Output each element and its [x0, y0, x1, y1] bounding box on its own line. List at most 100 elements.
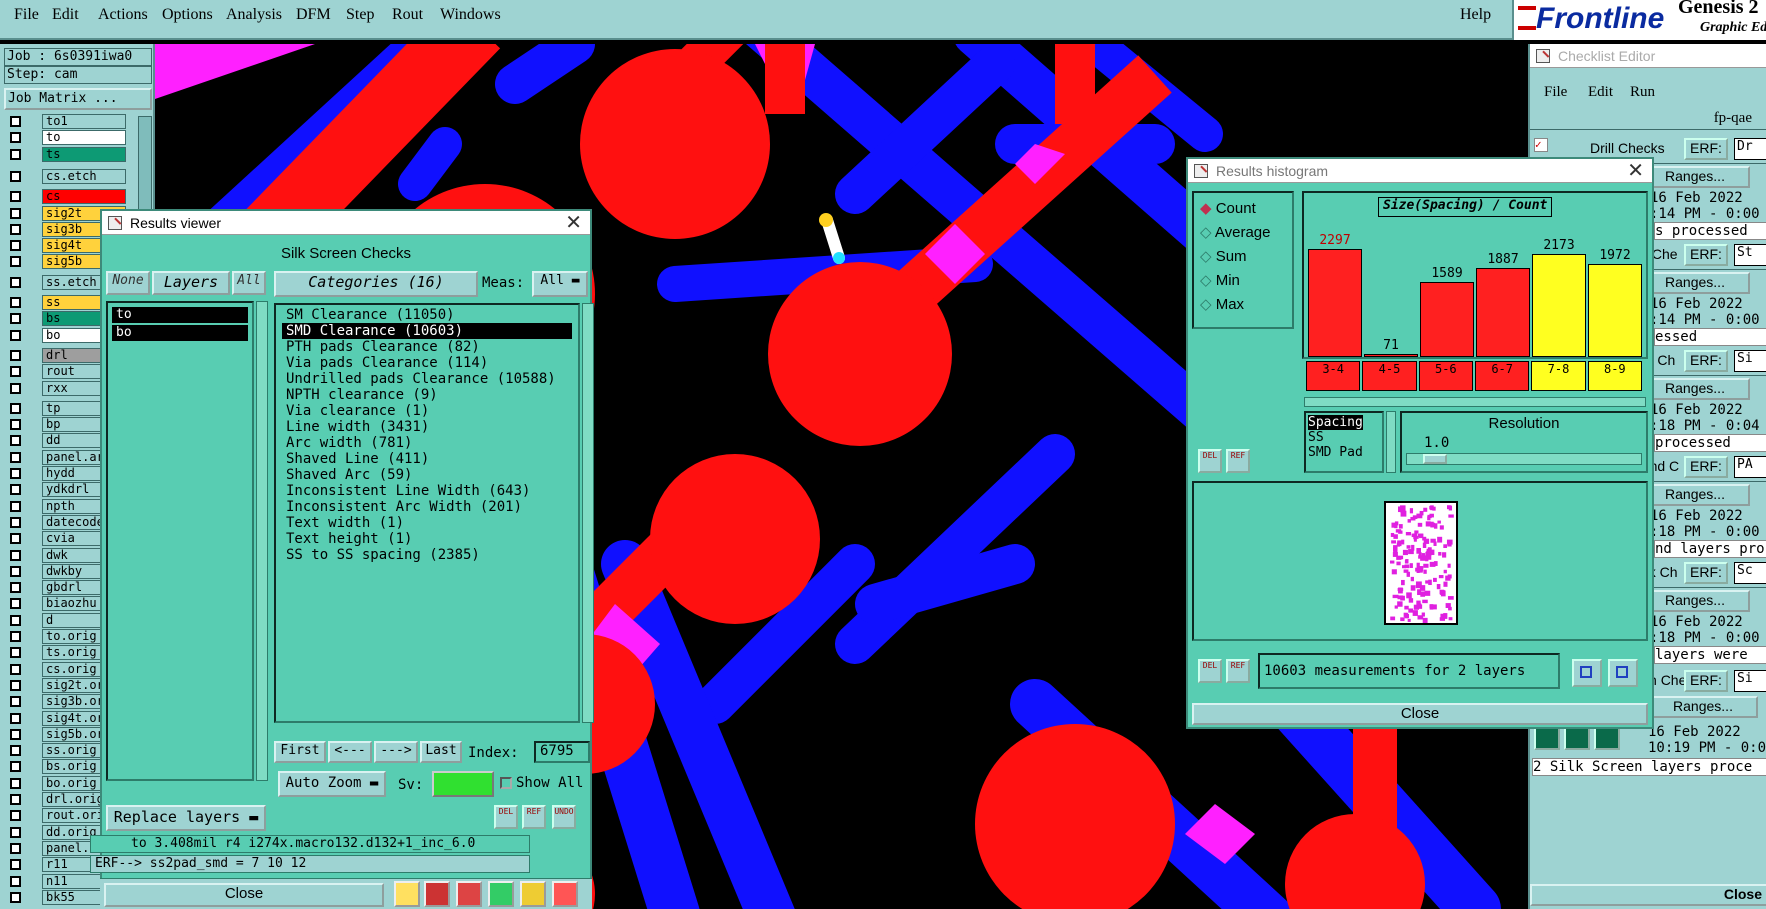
category-item[interactable]: Shaved Line (411) — [282, 451, 572, 467]
histogram-bar[interactable] — [1308, 248, 1362, 357]
mode-radio-average[interactable]: ◇ Average — [1200, 223, 1271, 241]
layer-checkbox[interactable] — [10, 297, 21, 308]
categories-list[interactable]: SM Clearance (11050) SMD Clearance (10603… — [274, 303, 580, 723]
histogram-bar[interactable] — [1420, 282, 1474, 357]
index-input[interactable]: 6795 — [534, 741, 590, 763]
erf-value[interactable]: Si — [1734, 350, 1766, 372]
layer-checkbox[interactable] — [10, 223, 21, 235]
category-item[interactable]: Via clearance (1) — [282, 403, 572, 419]
layer-checkbox[interactable] — [10, 500, 21, 512]
layer-checkbox[interactable] — [10, 533, 21, 545]
category-item[interactable]: Text height (1) — [282, 531, 572, 547]
erf-select[interactable]: ERF: — [1684, 456, 1728, 478]
resolution-slider-handle[interactable] — [1423, 454, 1447, 464]
category-item[interactable]: Undrilled pads Clearance (10588) — [282, 371, 572, 387]
erf-value[interactable]: Sc — [1734, 562, 1766, 584]
erf-select[interactable]: ERF: — [1684, 670, 1728, 692]
erf-select[interactable]: ERF: — [1684, 350, 1728, 372]
layer-row[interactable]: cs — [6, 189, 126, 205]
erf-value[interactable]: St — [1734, 244, 1766, 266]
menu-dfm[interactable]: DFM — [296, 6, 331, 24]
category-item[interactable]: Arc width (781) — [282, 435, 572, 451]
layer-checkbox[interactable] — [10, 712, 21, 724]
layer-checkbox[interactable] — [10, 132, 21, 144]
layer-checkbox[interactable] — [10, 313, 21, 325]
layer-checkbox[interactable] — [10, 842, 21, 854]
copy-icon[interactable] — [424, 881, 450, 907]
layer-row[interactable]: to1 — [6, 114, 126, 129]
checklist-menu-edit[interactable]: Edit — [1588, 84, 1613, 101]
layer-row[interactable]: ts — [6, 146, 126, 162]
zoom-selection-icon[interactable] — [1572, 659, 1602, 687]
check-icon[interactable]: ✓ — [1534, 138, 1548, 152]
layer-checkbox[interactable] — [10, 696, 21, 708]
layer-checkbox[interactable] — [10, 794, 21, 805]
layer-checkbox[interactable] — [10, 240, 21, 252]
histogram-bar[interactable] — [1532, 254, 1586, 357]
mode-radio-max[interactable]: ◇ Max — [1200, 295, 1244, 313]
show-all-checkbox[interactable] — [500, 777, 512, 789]
next-button[interactable]: ---> — [374, 741, 418, 763]
menu-options[interactable]: Options — [162, 6, 213, 24]
layer-checkbox[interactable] — [10, 663, 21, 675]
layer-result-list[interactable]: to bo — [106, 301, 254, 781]
layer-row[interactable]: cs.etch — [6, 168, 126, 184]
layer-checkbox[interactable] — [10, 451, 21, 463]
layer-checkbox[interactable] — [10, 598, 21, 610]
sv-color-select[interactable] — [432, 771, 494, 797]
checklist-menu-run[interactable]: Run — [1630, 84, 1655, 101]
layer-checkbox[interactable] — [10, 170, 21, 182]
ref-icon[interactable]: REF — [1226, 449, 1250, 473]
layer-checkbox[interactable] — [10, 116, 21, 127]
layer-checkbox[interactable] — [10, 435, 21, 447]
category-label[interactable]: 3-4 — [1306, 361, 1361, 391]
category-label[interactable]: 6-7 — [1475, 361, 1530, 391]
layer-checkbox[interactable] — [10, 276, 21, 288]
checklist-menu-file[interactable]: File — [1544, 84, 1567, 101]
checklist-titlebar[interactable]: Checklist Editor — [1530, 44, 1766, 68]
category-item[interactable]: SMD Clearance (10603) — [282, 323, 572, 339]
ranges-button[interactable]: Ranges... — [1640, 484, 1750, 506]
layer-checkbox[interactable] — [10, 679, 21, 691]
mode-radio-sum[interactable]: ◇ Sum — [1200, 247, 1247, 265]
category-item[interactable]: Shaved Arc (59) — [282, 467, 572, 483]
erf-value[interactable]: Si — [1734, 670, 1766, 692]
ranges-button[interactable]: Ranges... — [1640, 272, 1750, 294]
ranges-button[interactable]: Ranges... — [1640, 590, 1750, 612]
auto-zoom-select[interactable]: Auto Zoom ▬ — [278, 771, 386, 797]
ranges-button[interactable]: Ranges... — [1640, 166, 1750, 188]
result-layer-to[interactable]: to — [112, 307, 248, 323]
del-icon[interactable]: DEL — [1198, 659, 1222, 683]
close-button[interactable]: Close — [104, 883, 384, 907]
all-button[interactable]: All — [232, 271, 266, 295]
del-icon[interactable]: DEL — [1198, 449, 1222, 473]
window-menu-icon[interactable] — [1536, 49, 1550, 63]
erf-select[interactable]: ERF: — [1684, 138, 1728, 160]
results-viewer-titlebar[interactable]: Results viewer ✕ — [102, 211, 590, 235]
mode-radio-count[interactable]: ◆ Count — [1200, 199, 1256, 217]
layer-checkbox[interactable] — [10, 329, 21, 341]
layer-name[interactable]: cs — [42, 189, 126, 205]
category-item[interactable]: SM Clearance (11050) — [282, 307, 572, 323]
notes-icon[interactable] — [520, 881, 546, 907]
layer-checkbox[interactable] — [10, 582, 21, 594]
layer-checkbox[interactable] — [10, 777, 21, 789]
histogram-bar[interactable] — [1588, 263, 1642, 357]
layer-checkbox[interactable] — [10, 207, 21, 219]
layer-checkbox[interactable] — [10, 516, 21, 528]
window-menu-icon[interactable] — [108, 216, 122, 230]
category-item[interactable]: Inconsistent Line Width (643) — [282, 483, 572, 499]
measure-scrollbar[interactable] — [1386, 411, 1396, 473]
menu-rout[interactable]: Rout — [392, 6, 423, 24]
layer-checkbox[interactable] — [10, 191, 21, 203]
layer-checkbox[interactable] — [10, 745, 21, 757]
layer-checkbox[interactable] — [10, 565, 21, 577]
histogram-bar[interactable] — [1476, 267, 1530, 357]
close-icon[interactable]: ✕ — [1627, 159, 1644, 183]
category-item[interactable]: PTH pads Clearance (82) — [282, 339, 572, 355]
mode-radio-min[interactable]: ◇ Min — [1200, 271, 1240, 289]
layer-checkbox[interactable] — [10, 349, 21, 361]
menu-actions[interactable]: Actions — [98, 6, 148, 24]
layer-checkbox[interactable] — [10, 728, 21, 740]
histogram-hscrollbar[interactable] — [1304, 397, 1646, 407]
